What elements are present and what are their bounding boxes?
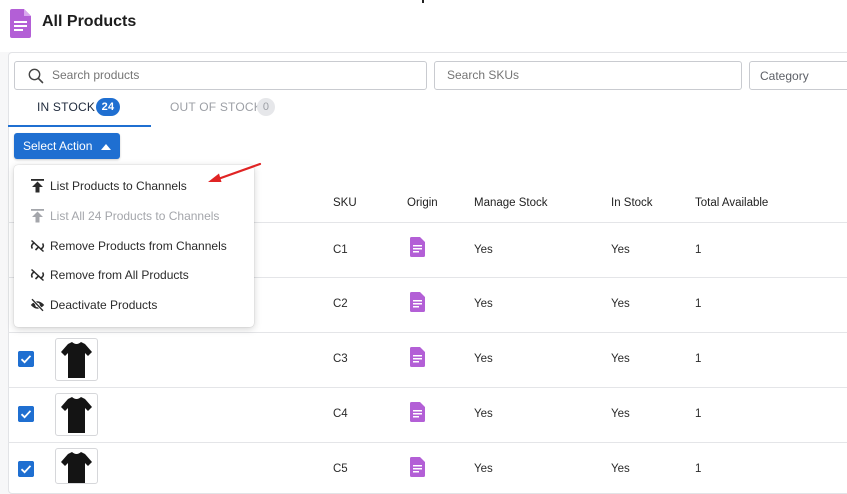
row-checkbox[interactable] xyxy=(18,461,34,477)
select-action-menu: List Products to Channels List All 24 Pr… xyxy=(14,165,254,327)
sku-cell: C2 xyxy=(333,298,348,310)
category-select[interactable]: Category xyxy=(749,61,847,90)
manage-stock-cell: Yes xyxy=(474,408,493,420)
manage-stock-cell: Yes xyxy=(474,463,493,475)
menu-item-list-all-products[interactable]: List All 24 Products to Channels xyxy=(14,202,254,230)
upload-icon xyxy=(31,209,44,223)
menu-item-label: Deactivate Products xyxy=(50,298,158,312)
search-products-field[interactable] xyxy=(14,61,427,90)
caret-up-icon xyxy=(101,144,111,150)
tab-in-stock[interactable]: IN STOCK 24 xyxy=(8,97,151,127)
top-bar: All Products xyxy=(0,0,847,52)
column-header-manage-stock: Manage Stock xyxy=(474,197,548,209)
in-stock-cell: Yes xyxy=(611,353,630,365)
row-checkbox[interactable] xyxy=(18,351,34,367)
product-thumbnail xyxy=(55,448,98,484)
in-stock-cell: Yes xyxy=(611,244,630,256)
sku-cell: C3 xyxy=(333,353,348,365)
product-thumbnail xyxy=(55,338,98,381)
search-skus-input[interactable] xyxy=(447,68,727,82)
tab-out-of-stock[interactable]: OUT OF STOCK 0 xyxy=(150,97,290,125)
row-checkbox[interactable] xyxy=(18,406,34,422)
column-header-sku: SKU xyxy=(333,197,357,209)
unlink-icon xyxy=(30,268,45,282)
unlink-icon xyxy=(30,239,45,253)
text-cursor-mark xyxy=(422,0,424,3)
document-origin-icon xyxy=(410,347,425,367)
in-stock-count-badge: 24 xyxy=(96,98,120,116)
page-title: All Products xyxy=(42,13,137,30)
document-origin-icon xyxy=(410,457,425,477)
total-available-cell: 1 xyxy=(695,353,702,365)
sku-cell: C5 xyxy=(333,463,348,475)
row-divider xyxy=(8,332,847,333)
tab-out-of-stock-label: OUT OF STOCK xyxy=(170,100,262,114)
menu-item-label: Remove Products from Channels xyxy=(50,239,227,253)
menu-item-deactivate-products[interactable]: Deactivate Products xyxy=(14,291,254,319)
annotation-arrow-icon xyxy=(208,162,262,182)
document-origin-icon xyxy=(410,237,425,257)
menu-item-remove-from-all-products[interactable]: Remove from All Products xyxy=(14,261,254,289)
total-available-cell: 1 xyxy=(695,408,702,420)
search-icon xyxy=(28,68,44,84)
product-thumbnail xyxy=(55,393,98,436)
out-of-stock-count-badge: 0 xyxy=(257,98,275,116)
tab-in-stock-label: IN STOCK xyxy=(37,100,96,114)
upload-icon xyxy=(31,179,44,193)
in-stock-cell: Yes xyxy=(611,408,630,420)
document-origin-icon xyxy=(410,402,425,422)
manage-stock-cell: Yes xyxy=(474,298,493,310)
menu-item-label: Remove from All Products xyxy=(50,268,189,282)
total-available-cell: 1 xyxy=(695,298,702,310)
column-header-in-stock: In Stock xyxy=(611,197,653,209)
tshirt-image-icon xyxy=(61,397,92,433)
menu-item-label: List All 24 Products to Channels xyxy=(50,209,220,223)
select-action-label: Select Action xyxy=(23,139,93,153)
row-divider xyxy=(8,387,847,388)
eye-off-icon xyxy=(30,298,45,312)
total-available-cell: 1 xyxy=(695,244,702,256)
sku-cell: C1 xyxy=(333,244,348,256)
in-stock-cell: Yes xyxy=(611,463,630,475)
tshirt-image-icon xyxy=(61,342,92,378)
manage-stock-cell: Yes xyxy=(474,244,493,256)
sku-cell: C4 xyxy=(333,408,348,420)
menu-item-remove-from-channels[interactable]: Remove Products from Channels xyxy=(14,232,254,260)
document-origin-icon xyxy=(410,292,425,312)
search-products-input[interactable] xyxy=(52,68,412,82)
select-action-button[interactable]: Select Action xyxy=(14,133,120,159)
tshirt-image-icon xyxy=(61,452,92,483)
category-label: Category xyxy=(760,69,809,83)
column-header-origin: Origin xyxy=(407,197,438,209)
column-header-total-available: Total Available xyxy=(695,197,769,209)
row-divider xyxy=(8,442,847,443)
in-stock-cell: Yes xyxy=(611,298,630,310)
menu-item-label: List Products to Channels xyxy=(50,179,187,193)
search-skus-field[interactable] xyxy=(434,61,742,90)
total-available-cell: 1 xyxy=(695,463,702,475)
document-logo-icon xyxy=(10,9,31,38)
manage-stock-cell: Yes xyxy=(474,353,493,365)
